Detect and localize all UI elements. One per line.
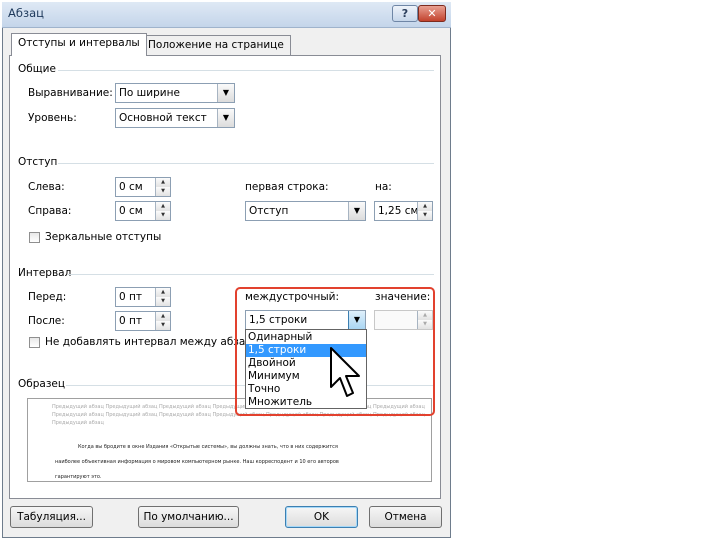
right-indent-label: Справа: — [28, 205, 72, 217]
first-line-label: первая строка: — [245, 181, 329, 193]
alignment-select[interactable]: По ширине ▼ — [115, 83, 235, 103]
spin-up-icon[interactable]: ▲ — [155, 202, 170, 211]
first-line-value: Отступ — [249, 205, 289, 217]
general-divider — [58, 70, 434, 71]
cancel-button[interactable]: Отмена — [369, 506, 442, 528]
level-value: Основной текст — [119, 112, 207, 124]
by-spinner[interactable]: 1,25 см ▲ ▼ — [374, 201, 433, 221]
indent-divider — [58, 163, 434, 164]
alignment-label: Выравнивание: — [28, 87, 113, 99]
tabs-button[interactable]: Табуляция... — [10, 506, 93, 528]
spin-down-icon[interactable]: ▼ — [155, 321, 170, 330]
first-line-select[interactable]: Отступ ▼ — [245, 201, 366, 221]
spin-up-icon[interactable]: ▲ — [155, 312, 170, 321]
before-value: 0 пт — [119, 291, 142, 303]
indent-heading: Отступ — [18, 156, 58, 168]
level-label: Уровень: — [28, 112, 77, 124]
spin-up-icon[interactable]: ▲ — [417, 202, 432, 211]
no-space-checkbox[interactable] — [29, 337, 40, 348]
level-select[interactable]: Основной текст ▼ — [115, 108, 235, 128]
preview-prev-line-3: Предыдущий абзац — [52, 420, 104, 426]
highlight-frame — [235, 287, 435, 416]
chevron-down-icon[interactable]: ▼ — [217, 84, 234, 102]
title-bar[interactable] — [2, 2, 451, 28]
dialog-title: Абзац — [8, 6, 44, 20]
spin-up-icon[interactable]: ▲ — [155, 178, 170, 187]
chevron-down-icon[interactable]: ▼ — [217, 109, 234, 127]
tab-line-page-breaks[interactable]: Положение на странице — [141, 35, 291, 55]
right-indent-spinner[interactable]: 0 см ▲ ▼ — [115, 201, 171, 221]
after-label: После: — [28, 315, 65, 327]
close-icon[interactable]: ✕ — [418, 5, 446, 22]
right-indent-value: 0 см — [119, 205, 143, 217]
by-label: на: — [375, 181, 392, 193]
chevron-down-icon[interactable]: ▼ — [348, 202, 365, 220]
before-spinner[interactable]: 0 пт ▲ ▼ — [115, 287, 171, 307]
spin-down-icon[interactable]: ▼ — [155, 187, 170, 196]
spin-down-icon[interactable]: ▼ — [155, 211, 170, 220]
left-indent-spinner[interactable]: 0 см ▲ ▼ — [115, 177, 171, 197]
preview-text-line-3: гарантируют это. — [55, 474, 102, 480]
ok-button[interactable]: OK — [285, 506, 358, 528]
mirror-indents-label: Зеркальные отступы — [45, 231, 162, 243]
spin-down-icon[interactable]: ▼ — [155, 297, 170, 306]
spacing-divider — [68, 274, 434, 275]
spin-down-icon[interactable]: ▼ — [417, 211, 432, 220]
general-heading: Общие — [18, 63, 56, 75]
default-button[interactable]: По умолчанию... — [138, 506, 239, 528]
spin-up-icon[interactable]: ▲ — [155, 288, 170, 297]
preview-heading: Образец — [18, 378, 66, 390]
before-label: Перед: — [28, 291, 67, 303]
after-spinner[interactable]: 0 пт ▲ ▼ — [115, 311, 171, 331]
help-icon[interactable]: ? — [392, 5, 418, 22]
alignment-value: По ширине — [119, 87, 180, 99]
left-indent-value: 0 см — [119, 181, 143, 193]
by-value: 1,25 см — [378, 205, 419, 217]
mirror-indents-checkbox[interactable] — [29, 232, 40, 243]
tab-indents-spacing[interactable]: Отступы и интервалы — [11, 33, 147, 56]
after-value: 0 пт — [119, 315, 142, 327]
spacing-heading: Интервал — [18, 267, 72, 279]
left-indent-label: Слева: — [28, 181, 65, 193]
